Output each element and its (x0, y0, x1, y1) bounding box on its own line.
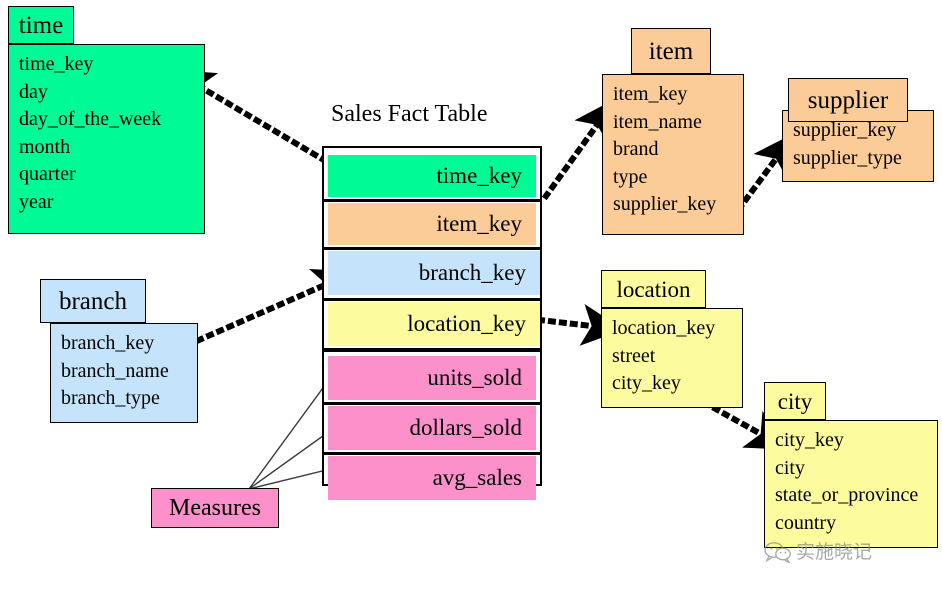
dimension-title-label: location (616, 276, 691, 302)
dimension-title-label: city (777, 388, 813, 414)
field-city-2: state_or_province (775, 484, 919, 507)
link-branch-fact (195, 268, 356, 344)
fact-divider-1 (324, 247, 540, 250)
field-time-1: day (19, 80, 48, 103)
field-city-0: city_key (775, 429, 844, 451)
field-item-1: item_name (613, 110, 702, 133)
field-time-2: day_of_the_week (19, 108, 162, 131)
field-location-0: location_key (612, 317, 716, 339)
watermark: 实施晓记 (764, 537, 872, 564)
fact-row-label: time_key (436, 163, 522, 188)
field-time-5: year (19, 190, 54, 213)
field-branch-1: branch_name (61, 359, 169, 382)
field-branch-2: branch_type (61, 387, 160, 410)
fact-divider-5 (324, 452, 540, 455)
dimension-title-time[interactable]: time (8, 6, 74, 44)
dimension-title-city[interactable]: city (764, 382, 826, 420)
field-item-3: type (613, 165, 648, 188)
field-time-3: month (19, 135, 71, 158)
fact-row-label: avg_sales (432, 465, 522, 490)
dimension-title-item[interactable]: item (631, 28, 711, 74)
field-item-4: supplier_key (613, 193, 717, 216)
fact-row-units-sold[interactable]: units_sold (328, 356, 536, 400)
dimension-title-label: item (648, 37, 694, 65)
field-city-3: country (775, 511, 837, 534)
link-fact-time (171, 69, 339, 171)
field-location-1: street (612, 344, 656, 367)
field-supplier-1: supplier_type (793, 146, 902, 169)
fact-row-dollars-sold[interactable]: dollars_sold (328, 406, 536, 450)
watermark-text: 实施晓记 (796, 541, 873, 563)
measures-label: Measures (169, 494, 261, 521)
field-item-2: brand (613, 138, 659, 161)
fact-row-label: branch_key (418, 260, 526, 285)
fact-row-branch-key[interactable]: branch_key (328, 251, 540, 295)
field-branch-0: branch_key (61, 332, 155, 354)
dimension-body-item[interactable]: item_key item_name brand type supplier_k… (602, 74, 744, 235)
field-location-2: city_key (612, 372, 681, 395)
measures-box[interactable]: Measures (151, 488, 279, 528)
fact-row-label: dollars_sold (409, 415, 522, 440)
field-city-1: city (775, 456, 805, 479)
field-time-0: time_key (19, 53, 94, 75)
dimension-title-label: time (18, 11, 64, 39)
fact-row-label: units_sold (427, 365, 522, 390)
dimension-title-label: branch (58, 287, 128, 315)
star-schema-diagram: time time_key day day_of_the_week month … (0, 0, 942, 589)
fact-row-label: location_key (407, 311, 526, 336)
fact-divider-0 (324, 199, 540, 202)
fact-row-item-key[interactable]: item_key (328, 203, 536, 245)
dimension-title-location[interactable]: location (601, 270, 706, 308)
fact-table[interactable]: time_key item_key branch_key location_ke… (322, 146, 542, 500)
dimension-title-branch[interactable]: branch (40, 279, 146, 323)
dimension-body-branch[interactable]: branch_key branch_name branch_type (50, 323, 198, 423)
field-item-0: item_key (613, 83, 688, 105)
dimension-body-city[interactable]: city_key city state_or_province country (764, 420, 938, 548)
dimension-title-supplier[interactable]: supplier (788, 78, 908, 122)
fact-divider-2 (324, 298, 540, 301)
fact-row-location-key[interactable]: location_key (328, 302, 540, 346)
dimension-body-time[interactable]: time_key day day_of_the_week month quart… (8, 44, 205, 234)
dimension-body-location[interactable]: location_key street city_key (601, 308, 743, 408)
link-fact-item (541, 98, 616, 201)
fact-row-avg-sales[interactable]: avg_sales (328, 456, 536, 500)
link-fact-location (536, 304, 624, 346)
dimension-title-label: supplier (807, 86, 889, 114)
fact-row-label: item_key (436, 211, 522, 236)
fact-row-time-key[interactable]: time_key (328, 155, 536, 197)
field-time-4: quarter (19, 163, 76, 186)
fact-table-title: Sales Fact Table (331, 101, 488, 127)
wechat-icon (764, 541, 791, 564)
fact-divider-4 (324, 402, 540, 405)
fact-divider-3 (324, 348, 540, 352)
